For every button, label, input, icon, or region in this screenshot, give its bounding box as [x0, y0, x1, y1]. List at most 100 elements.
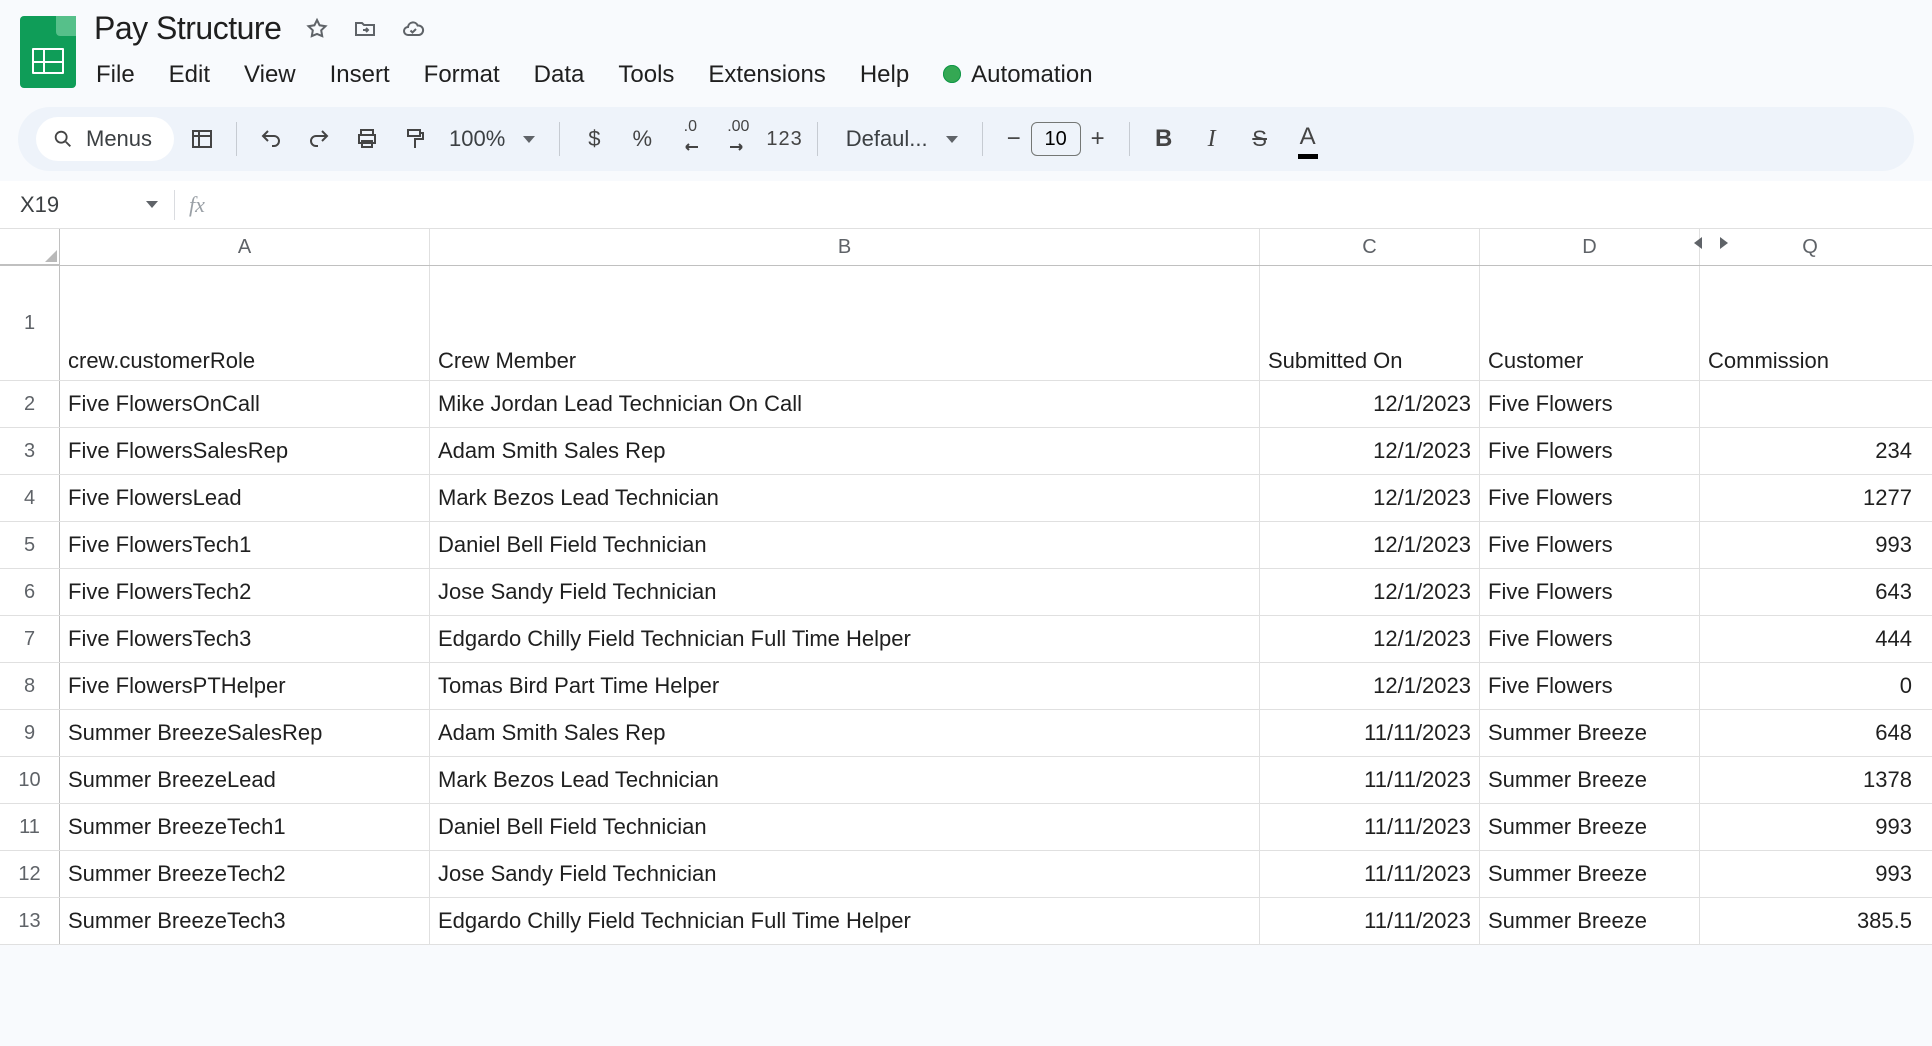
cell-Q[interactable]: 648: [1700, 710, 1920, 756]
col-header-Q[interactable]: Q: [1700, 229, 1920, 265]
row-header[interactable]: 2: [0, 381, 60, 427]
cell-B[interactable]: Edgardo Chilly Field Technician Full Tim…: [430, 616, 1260, 662]
menu-edit[interactable]: Edit: [167, 57, 212, 93]
paint-format-icon[interactable]: [395, 119, 435, 159]
cell-C[interactable]: 11/11/2023: [1260, 898, 1480, 944]
cell-D[interactable]: Summer Breeze: [1480, 757, 1700, 803]
cell-B[interactable]: Adam Smith Sales Rep: [430, 428, 1260, 474]
row-header[interactable]: 3: [0, 428, 60, 474]
bold-button[interactable]: B: [1144, 119, 1184, 159]
cell-Q[interactable]: 993: [1700, 522, 1920, 568]
more-formats-button[interactable]: 123: [766, 128, 802, 151]
cell-C[interactable]: 12/1/2023: [1260, 428, 1480, 474]
cell-Q[interactable]: 234: [1700, 428, 1920, 474]
cell-B[interactable]: Mark Bezos Lead Technician: [430, 475, 1260, 521]
print-icon[interactable]: [347, 119, 387, 159]
star-icon[interactable]: [305, 17, 329, 41]
cell-A[interactable]: Summer BreezeTech1: [60, 804, 430, 850]
cell-B[interactable]: Jose Sandy Field Technician: [430, 851, 1260, 897]
cell-D[interactable]: Five Flowers: [1480, 475, 1700, 521]
name-box[interactable]: X19: [0, 192, 170, 218]
row-header[interactable]: 5: [0, 522, 60, 568]
cell-D[interactable]: Summer Breeze: [1480, 898, 1700, 944]
document-title[interactable]: Pay Structure: [94, 10, 281, 47]
zoom-dropdown-icon[interactable]: [523, 136, 535, 143]
cell-C[interactable]: 12/1/2023: [1260, 475, 1480, 521]
strikethrough-button[interactable]: S: [1240, 119, 1280, 159]
cell-A[interactable]: Summer BreezeLead: [60, 757, 430, 803]
cell-A[interactable]: Five FlowersTech2: [60, 569, 430, 615]
font-size-decrease-button[interactable]: −: [997, 122, 1031, 156]
row-header[interactable]: 4: [0, 475, 60, 521]
italic-button[interactable]: I: [1192, 119, 1232, 159]
cell-D[interactable]: Summer Breeze: [1480, 851, 1700, 897]
undo-icon[interactable]: [251, 119, 291, 159]
cell-D[interactable]: Five Flowers: [1480, 663, 1700, 709]
name-box-dropdown-icon[interactable]: [146, 201, 158, 208]
format-currency-button[interactable]: $: [574, 119, 614, 159]
cell-D[interactable]: Five Flowers: [1480, 428, 1700, 474]
font-size-input[interactable]: [1031, 122, 1081, 156]
row-header[interactable]: 9: [0, 710, 60, 756]
cell-A[interactable]: Summer BreezeTech3: [60, 898, 430, 944]
cell-D[interactable]: Five Flowers: [1480, 522, 1700, 568]
cell-Q[interactable]: 993: [1700, 851, 1920, 897]
col-header-A[interactable]: A: [60, 229, 430, 265]
redo-icon[interactable]: [299, 119, 339, 159]
menus-search[interactable]: Menus: [36, 117, 174, 161]
cloud-saved-icon[interactable]: [401, 17, 425, 41]
table-view-icon[interactable]: [182, 119, 222, 159]
cell-D[interactable]: Five Flowers: [1480, 616, 1700, 662]
cell-Q[interactable]: 1378: [1700, 757, 1920, 803]
cell-A[interactable]: Five FlowersSalesRep: [60, 428, 430, 474]
menu-view[interactable]: View: [242, 57, 298, 93]
cell-C[interactable]: 11/11/2023: [1260, 710, 1480, 756]
cell-A1[interactable]: crew.customerRole: [60, 266, 430, 380]
cell-C1[interactable]: Submitted On: [1260, 266, 1480, 380]
row-header-1[interactable]: 1: [0, 266, 60, 380]
cell-D[interactable]: Summer Breeze: [1480, 804, 1700, 850]
cell-C[interactable]: 12/1/2023: [1260, 663, 1480, 709]
menu-file[interactable]: File: [94, 57, 137, 93]
cell-A[interactable]: Five FlowersTech3: [60, 616, 430, 662]
cell-B[interactable]: Edgardo Chilly Field Technician Full Tim…: [430, 898, 1260, 944]
menu-data[interactable]: Data: [532, 57, 587, 93]
menu-help[interactable]: Help: [858, 57, 911, 93]
row-header[interactable]: 8: [0, 663, 60, 709]
move-folder-icon[interactable]: [353, 17, 377, 41]
cell-D[interactable]: Five Flowers: [1480, 569, 1700, 615]
cell-B[interactable]: Mark Bezos Lead Technician: [430, 757, 1260, 803]
decrease-decimal-button[interactable]: .0: [670, 119, 710, 159]
cell-A[interactable]: Five FlowersTech1: [60, 522, 430, 568]
menu-format[interactable]: Format: [422, 57, 502, 93]
row-header[interactable]: 6: [0, 569, 60, 615]
hidden-columns-indicator[interactable]: [1694, 237, 1728, 249]
zoom-level[interactable]: 100%: [443, 126, 511, 152]
col-header-D[interactable]: D: [1480, 229, 1700, 265]
font-size-increase-button[interactable]: +: [1081, 122, 1115, 156]
cell-B1[interactable]: Crew Member: [430, 266, 1260, 380]
cell-C[interactable]: 12/1/2023: [1260, 616, 1480, 662]
cell-A[interactable]: Five FlowersOnCall: [60, 381, 430, 427]
row-header[interactable]: 10: [0, 757, 60, 803]
cell-B[interactable]: Jose Sandy Field Technician: [430, 569, 1260, 615]
menu-automation[interactable]: Automation: [941, 57, 1094, 93]
cell-B[interactable]: Adam Smith Sales Rep: [430, 710, 1260, 756]
row-header[interactable]: 13: [0, 898, 60, 944]
format-percent-button[interactable]: %: [622, 119, 662, 159]
col-header-B[interactable]: B: [430, 229, 1260, 265]
menu-tools[interactable]: Tools: [616, 57, 676, 93]
cell-A[interactable]: Five FlowersLead: [60, 475, 430, 521]
cell-C[interactable]: 11/11/2023: [1260, 804, 1480, 850]
cell-D1[interactable]: Customer: [1480, 266, 1700, 380]
cell-B[interactable]: Mike Jordan Lead Technician On Call: [430, 381, 1260, 427]
cell-Q[interactable]: 643: [1700, 569, 1920, 615]
cell-Q[interactable]: [1700, 381, 1920, 427]
cell-Q[interactable]: 385.5: [1700, 898, 1920, 944]
sheets-logo-icon[interactable]: [20, 16, 76, 88]
font-dropdown-icon[interactable]: [946, 136, 958, 143]
cell-C[interactable]: 12/1/2023: [1260, 381, 1480, 427]
col-header-C[interactable]: C: [1260, 229, 1480, 265]
cell-Q[interactable]: 993: [1700, 804, 1920, 850]
row-header[interactable]: 11: [0, 804, 60, 850]
